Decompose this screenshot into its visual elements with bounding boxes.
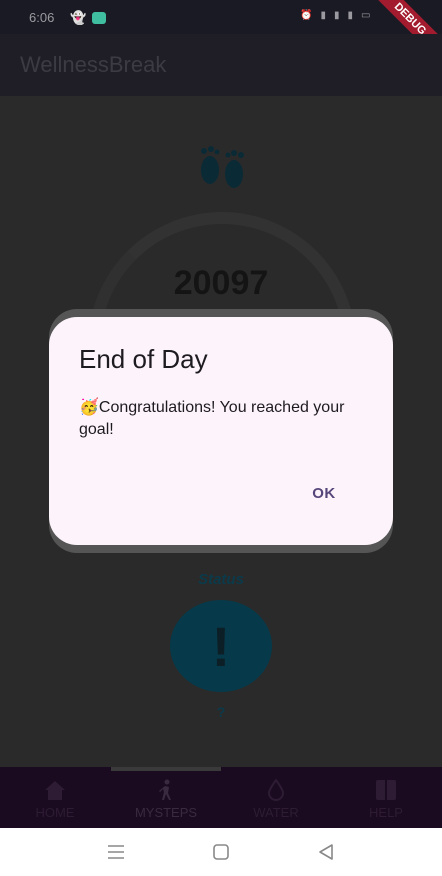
system-navigation-bar <box>0 828 442 876</box>
status-value: ? <box>216 704 226 720</box>
nav-item-help[interactable]: HELP <box>331 767 441 828</box>
exclamation-icon: ! <box>211 615 231 678</box>
dialog-message: 🥳Congratulations! You reached your goal! <box>79 397 369 441</box>
status-bar: 6:06 👻 ⏰ ▮ ▮ ▮ ▭ <box>0 0 442 34</box>
nav-item-home[interactable]: HOME <box>0 767 110 828</box>
bottom-navigation: HOME MYSTEPS WATER HELP <box>0 767 442 828</box>
home-icon <box>45 781 65 800</box>
nav-label-water: WATER <box>253 805 299 820</box>
status-time: 6:06 <box>29 10 55 25</box>
nav-label-help: HELP <box>369 805 403 820</box>
nav-label-home: HOME <box>35 805 75 820</box>
system-status-icons: ⏰ ▮ ▮ ▮ ▭ <box>300 10 370 21</box>
snapchat-icon: 👻 <box>70 10 87 25</box>
message-icon <box>92 12 107 24</box>
nav-item-mysteps[interactable]: MYSTEPS <box>111 767 221 828</box>
back-icon[interactable] <box>316 842 336 862</box>
dialog-message-text: Congratulations! You reached your goal! <box>79 399 345 438</box>
party-emoji-icon: 🥳 <box>79 399 99 416</box>
app-bar: WellnessBreak <box>0 34 442 96</box>
footprints-icon <box>201 146 244 188</box>
status-indicator: ! <box>170 600 272 692</box>
notification-icons: 👻 <box>70 10 107 26</box>
water-drop-icon <box>267 779 285 801</box>
battery-icon: ▭ <box>361 10 371 21</box>
steps-count: 20097 <box>173 264 269 302</box>
alarm-icon: ⏰ <box>300 10 313 21</box>
nav-item-water[interactable]: WATER <box>221 767 331 828</box>
walk-icon <box>159 779 171 800</box>
help-book-icon <box>376 780 396 800</box>
signal-icon: ▮ <box>347 10 353 21</box>
end-of-day-dialog: End of Day 🥳Congratulations! You reached… <box>49 317 393 545</box>
dialog-title: End of Day <box>79 344 208 374</box>
menu-icon[interactable] <box>106 842 126 862</box>
ok-button[interactable]: OK <box>299 476 349 512</box>
status-label: Status <box>198 571 244 588</box>
nav-label-mysteps: MYSTEPS <box>134 805 198 820</box>
app-title: WellnessBreak <box>20 52 167 77</box>
home-square-icon[interactable] <box>211 842 231 862</box>
data-icon: ▮ <box>320 10 326 21</box>
signal-icon: ▮ <box>333 10 340 21</box>
